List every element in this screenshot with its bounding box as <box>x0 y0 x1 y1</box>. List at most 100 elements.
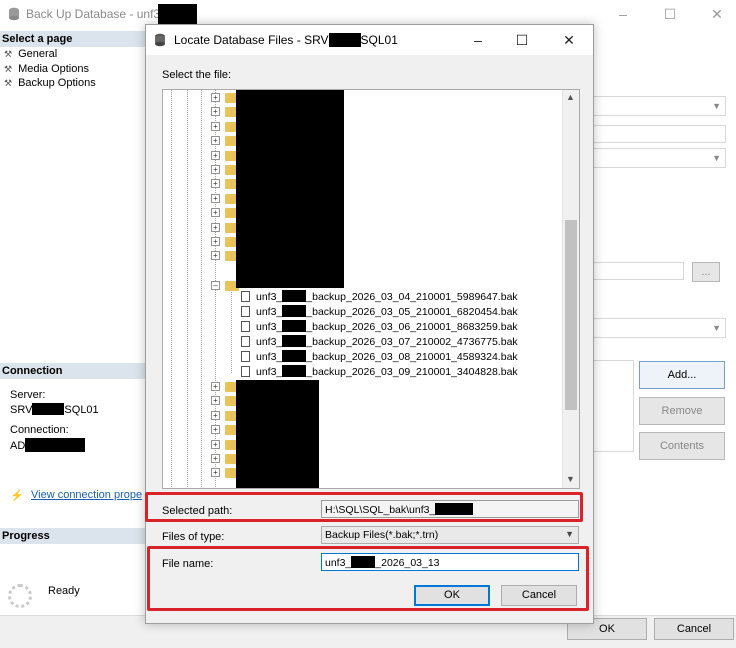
progress-spinner-icon <box>8 584 32 608</box>
redaction-block <box>282 320 307 332</box>
file-icon <box>241 306 250 317</box>
expand-toggle-icon[interactable]: + <box>211 121 220 131</box>
locate-database-files-dialog: Locate Database Files - SRV SQL01 – ☐ ✕ S… <box>145 24 594 624</box>
close-icon[interactable]: ✕ <box>702 4 732 24</box>
backup-name-field[interactable] <box>590 125 726 143</box>
connection-label: Connection: <box>10 424 69 436</box>
tree-guide-line <box>201 90 202 488</box>
file-name-highlight <box>147 546 589 611</box>
redaction-block <box>282 350 307 362</box>
expand-toggle-icon[interactable]: + <box>211 222 220 232</box>
connection-value: AD <box>10 438 86 452</box>
scroll-down-icon[interactable]: ▼ <box>566 474 575 484</box>
view-connection-properties-link[interactable]: View connection prope <box>31 489 142 501</box>
files-of-type-dropdown[interactable]: Backup Files(*.bak;*.trn) ▼ <box>321 526 579 544</box>
destination-list[interactable] <box>590 360 634 452</box>
redaction-block <box>236 380 319 488</box>
redaction-block <box>236 90 344 288</box>
expand-toggle-icon[interactable]: + <box>211 410 220 420</box>
expand-toggle-icon[interactable]: + <box>211 425 220 435</box>
maximize-icon[interactable]: ☐ <box>655 4 685 24</box>
browse-button[interactable]: ... <box>692 262 720 282</box>
backup-database-title: Back Up Database - unf3 <box>26 7 161 21</box>
wrench-icon: ⚒ <box>4 64 13 74</box>
database-icon <box>155 33 165 47</box>
file-item[interactable]: unf3_ _backup_2026_03_04_210001_5989647.b… <box>241 290 518 304</box>
maximize-icon[interactable]: ☐ <box>507 30 537 50</box>
expand-toggle-icon[interactable]: + <box>211 454 220 463</box>
server-label: Server: <box>10 389 46 401</box>
expand-toggle-icon[interactable]: + <box>211 136 220 146</box>
contents-button[interactable]: Contents <box>639 432 725 460</box>
add-button[interactable]: Add... <box>639 361 725 389</box>
files-of-type-label: Files of type: <box>162 531 225 543</box>
tree-guide-line <box>231 286 232 374</box>
expand-toggle-icon[interactable]: + <box>211 382 220 391</box>
expand-toggle-icon[interactable]: + <box>211 193 220 203</box>
backup-cancel-button[interactable]: Cancel <box>654 618 734 640</box>
expand-toggle-icon[interactable]: + <box>211 396 220 406</box>
file-icon <box>241 351 250 362</box>
path-field[interactable] <box>590 262 684 280</box>
file-icon <box>241 336 250 347</box>
dialog-title: Locate Database Files - SRV SQL01 <box>174 33 398 47</box>
expand-toggle-icon[interactable]: + <box>211 150 220 160</box>
chevron-down-icon: ▼ <box>712 153 721 163</box>
progress-header: Progress <box>0 528 150 544</box>
minimize-icon[interactable]: – <box>608 4 638 24</box>
redaction-block <box>282 290 307 302</box>
file-item[interactable]: unf3_ _backup_2026_03_09_210001_3404828.b… <box>241 365 518 379</box>
redaction-block <box>158 4 197 24</box>
select-page-header: Select a page <box>0 31 150 47</box>
redaction-block <box>328 33 361 47</box>
expand-toggle-icon[interactable]: + <box>211 179 220 189</box>
file-tree[interactable]: + + + + + + + + + + + + + + + + + + + – unf3_ _backup_2026_… <box>162 89 580 489</box>
page-item-media-options[interactable]: ⚒ Media Options <box>4 63 89 75</box>
tree-scrollbar[interactable]: ▲ ▼ <box>562 90 579 488</box>
destination-dropdown[interactable]: ▼ <box>590 318 726 338</box>
file-item[interactable]: unf3_ _backup_2026_03_05_210001_6820454.b… <box>241 305 518 319</box>
redaction-block <box>282 335 307 347</box>
connection-header: Connection <box>0 363 150 379</box>
wrench-icon: ⚒ <box>4 49 13 59</box>
expand-toggle-icon[interactable]: + <box>211 468 220 478</box>
file-item[interactable]: unf3_ _backup_2026_03_08_210001_4589324.b… <box>241 350 518 364</box>
expand-toggle-icon[interactable]: + <box>211 251 220 261</box>
page-item-general[interactable]: ⚒ General <box>4 48 57 60</box>
tree-guide-line <box>187 90 188 488</box>
expand-toggle-icon[interactable]: + <box>211 208 220 218</box>
redaction-block <box>32 403 65 415</box>
expand-toggle-icon[interactable]: + <box>211 107 220 117</box>
expand-toggle-icon[interactable]: + <box>211 93 220 102</box>
tree-guide-line <box>171 90 172 488</box>
close-icon[interactable]: ✕ <box>554 30 584 50</box>
tree-scrollbar-thumb[interactable] <box>565 220 577 410</box>
expand-toggle-icon[interactable]: + <box>211 439 220 449</box>
redaction-block <box>25 438 86 452</box>
redaction-block <box>282 305 307 317</box>
collapse-toggle-icon[interactable]: – <box>211 281 220 290</box>
chevron-down-icon: ▼ <box>712 101 721 111</box>
wrench-icon: ⚒ <box>4 78 13 88</box>
backup-type-dropdown[interactable]: ▼ <box>590 96 726 116</box>
redaction-block <box>282 365 307 377</box>
chevron-down-icon: ▼ <box>565 529 574 539</box>
server-value: SRV SQL01 <box>10 403 99 416</box>
left-pane: Select a page ⚒ General ⚒ Media Options … <box>0 30 150 615</box>
minimize-icon[interactable]: – <box>463 30 493 50</box>
database-icon <box>9 7 19 21</box>
remove-button[interactable]: Remove <box>639 397 725 425</box>
expand-toggle-icon[interactable]: + <box>211 165 220 174</box>
scroll-up-icon[interactable]: ▲ <box>566 92 575 102</box>
connection-properties-icon: ⚡ <box>10 490 24 502</box>
chevron-down-icon: ▼ <box>712 323 721 333</box>
expand-toggle-icon[interactable]: + <box>211 237 220 246</box>
backup-component-dropdown[interactable]: ▼ <box>590 148 726 168</box>
file-item[interactable]: unf3_ _backup_2026_03_07_210002_4736775.b… <box>241 335 518 349</box>
select-file-label: Select the file: <box>162 69 232 81</box>
page-item-backup-options[interactable]: ⚒ Backup Options <box>4 77 96 89</box>
file-icon <box>241 321 250 332</box>
file-icon <box>241 291 250 302</box>
dialog-titlebar: Locate Database Files - SRV SQL01 – ☐ ✕ <box>146 25 593 55</box>
file-item[interactable]: unf3_ _backup_2026_03_06_210001_8683259.b… <box>241 320 518 334</box>
